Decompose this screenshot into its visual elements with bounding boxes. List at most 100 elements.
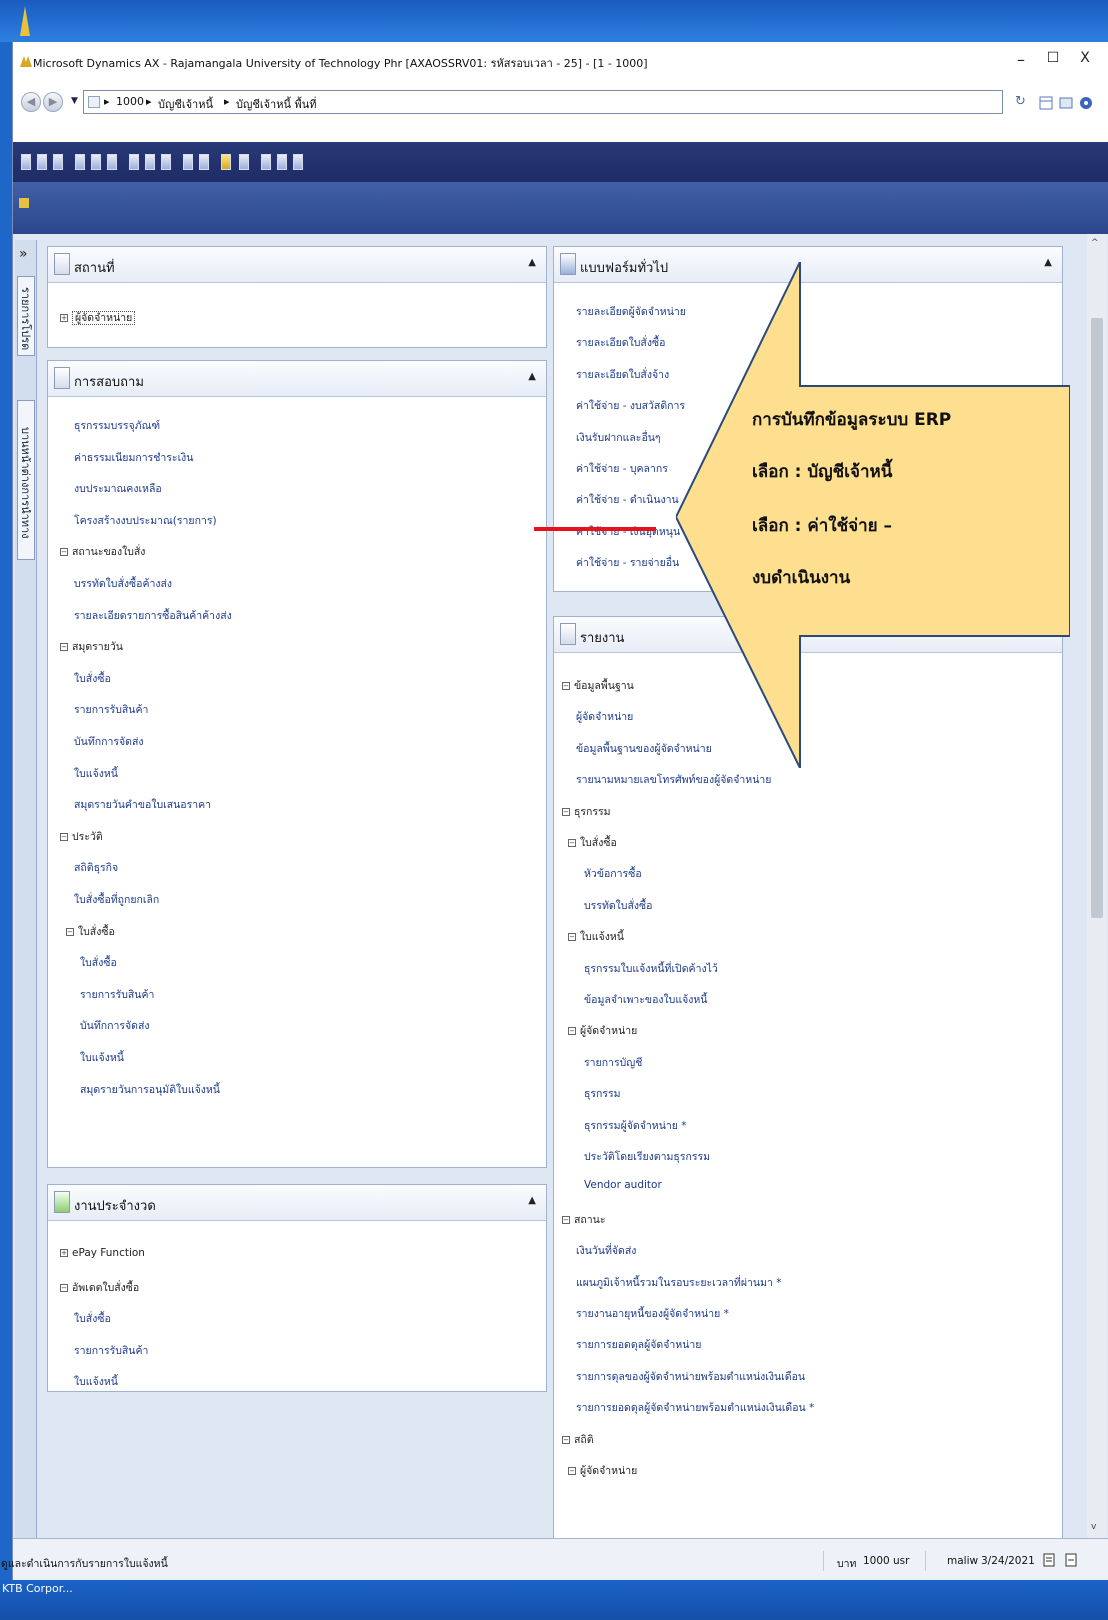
link-item[interactable]: ผู้จัดจำหน่าย (576, 708, 633, 725)
link-item[interactable]: ธุรกรรมผู้จัดจำหน่าย * (584, 1117, 687, 1134)
link-item[interactable]: ค่าใช้จ่าย - เงินอุดหนุน (576, 523, 680, 540)
scroll-down-button[interactable]: v (1091, 1522, 1096, 1532)
collapse-icon[interactable]: ▲ (528, 1195, 536, 1206)
link-item[interactable]: รายการรับสินค้า (74, 701, 148, 718)
link-item[interactable]: ค่าใช้จ่าย - งบสวัสดิการ (576, 397, 685, 414)
scroll-thumb[interactable] (1091, 318, 1103, 918)
help-icon[interactable] (1079, 96, 1093, 110)
collapse-icon[interactable]: ▲ (528, 371, 536, 382)
status-user[interactable]: maliw (947, 1555, 978, 1567)
collapse-tree-icon[interactable]: − (562, 807, 570, 816)
tab-favorites[interactable]: รายการโปรด (17, 276, 35, 356)
link-item[interactable]: ข้อมูลจำเพาะของใบแจ้งหนี้ (584, 991, 707, 1008)
refresh-icon[interactable]: ↻ (1015, 94, 1026, 109)
link-item[interactable]: ใบแจ้งหนี้ (74, 765, 118, 782)
link-item[interactable]: ค่าใช้จ่าย - บุคลากร (576, 460, 668, 477)
tree-group[interactable]: − ใบแจ้งหนี้ (568, 928, 624, 945)
grid-icon[interactable] (261, 154, 271, 170)
tree-group[interactable]: + ePay Function (60, 1247, 145, 1259)
save-icon[interactable] (53, 154, 63, 170)
tree-group[interactable]: − อัพเดตใบสั่งซื้อ (60, 1279, 139, 1296)
link-item[interactable]: ธุรกรรมใบแจ้งหนี้ที่เปิดค้างไว้ (584, 960, 718, 977)
maximize-button[interactable]: ☐ (1041, 50, 1065, 72)
link-item[interactable]: รายละเอียดรายการซื้อสินค้าค้างส่ง (74, 607, 232, 624)
link-item[interactable]: ใบสั่งซื้อ (74, 1310, 111, 1327)
link-item[interactable]: ใบสั่งซื้อ (74, 670, 111, 687)
menu-icon[interactable] (19, 198, 29, 208)
link-item[interactable]: ใบสั่งซื้อที่ถูกยกเลิก (74, 891, 159, 908)
link-item[interactable]: สมุดรายวันคำขอใบเสนอราคา (74, 796, 211, 813)
link-item[interactable]: รายการบัญชี (584, 1054, 642, 1071)
link-item[interactable]: บันทึกการจัดส่ง (74, 733, 144, 750)
vertical-scrollbar[interactable]: ^ v (1087, 234, 1107, 1538)
chart-icon[interactable] (277, 154, 287, 170)
document-icon[interactable] (239, 154, 249, 170)
status-company[interactable]: 1000 (863, 1555, 890, 1567)
minimize-button[interactable]: – (1009, 50, 1033, 72)
alert-icon[interactable] (221, 154, 231, 170)
collapse-tree-icon[interactable]: − (562, 682, 570, 690)
link-item[interactable]: รายละเอียดผู้จัดจำหน่าย (576, 303, 686, 320)
copy-icon[interactable] (145, 154, 155, 170)
link-item[interactable]: รายนามหมายเลขโทรศัพท์ของผู้จัดจำหน่าย (576, 771, 771, 788)
link-item[interactable]: Vendor auditor (584, 1179, 662, 1191)
favorites-icon[interactable] (1039, 96, 1053, 110)
session-icon[interactable] (1043, 1553, 1055, 1567)
link-item[interactable]: บรรทัดใบสั่งซื้อ (584, 897, 652, 914)
close-button[interactable]: X (1073, 50, 1097, 72)
link-item[interactable]: รายงานอายุหนี้ของผู้จัดจำหน่าย * (576, 1305, 729, 1322)
breadcrumb-page[interactable]: บัญชีเจ้าหนี้ พื้นที่ (236, 95, 317, 113)
expand-nav-button[interactable]: » (19, 246, 28, 262)
link-item[interactable]: แผนภูมิเจ้าหนี้รวมในรอบระยะเวลาที่ผ่านมา… (576, 1274, 782, 1291)
link-item[interactable]: ค่าใช้จ่าย - ดำเนินงาน (576, 491, 679, 508)
collapse-tree-icon[interactable]: − (568, 933, 576, 942)
find-icon[interactable] (183, 154, 193, 170)
cut-icon[interactable] (129, 154, 139, 170)
breadcrumb[interactable]: ▸ 1000 ▸ บัญชีเจ้าหนี้ ▸ บัญชีเจ้าหนี้ พ… (83, 90, 1003, 114)
link-item[interactable]: สถิติธุรกิจ (74, 859, 118, 876)
taskbar-item[interactable]: KTB Corpor... (2, 1582, 73, 1595)
filter-icon[interactable] (199, 154, 209, 170)
collapse-tree-icon[interactable]: − (568, 839, 576, 847)
collapse-tree-icon[interactable]: − (562, 1435, 570, 1444)
collapse-tree-icon[interactable]: − (60, 832, 68, 841)
link-item[interactable]: รายละเอียดใบสั่งซื้อ (576, 334, 665, 351)
new-icon[interactable] (21, 154, 31, 170)
back-button[interactable]: ◀ (21, 92, 41, 112)
collapse-tree-icon[interactable]: − (60, 643, 68, 652)
window-icon[interactable] (1059, 96, 1073, 110)
link-item[interactable]: หัวข้อการซื้อ (584, 865, 642, 882)
tree-group[interactable]: − สถานะ (562, 1211, 605, 1228)
open-icon[interactable] (37, 154, 47, 170)
tree-group[interactable]: − ใบสั่งซื้อ (568, 834, 617, 851)
link-item[interactable]: เงินวันที่จัดส่ง (576, 1242, 636, 1259)
tree-item-vendor[interactable]: + ผู้จัดจำหน่าย (60, 309, 136, 326)
link-item[interactable]: รายการรับสินค้า (80, 986, 154, 1003)
collapse-tree-icon[interactable]: − (66, 927, 74, 936)
tab-navigation-pane[interactable]: บานหน้าต่างการนำทาง (17, 400, 35, 560)
breadcrumb-module[interactable]: บัญชีเจ้าหนี้ (158, 95, 213, 113)
tree-group[interactable]: − ผู้จัดจำหน่าย (568, 1462, 637, 1479)
link-item[interactable]: เงินรับฝากและอื่นๆ (576, 429, 661, 446)
tree-group[interactable]: − ผู้จัดจำหน่าย (568, 1022, 637, 1039)
tree-group[interactable]: − สถิติ (562, 1431, 594, 1448)
expand-icon[interactable]: + (60, 1249, 68, 1257)
tree-group[interactable]: − สมุดรายวัน (60, 638, 123, 655)
collapse-tree-icon[interactable]: − (60, 1283, 68, 1292)
link-item[interactable]: งบประมาณคงเหลือ (74, 480, 162, 497)
collapse-tree-icon[interactable]: − (562, 1215, 570, 1224)
collapse-icon[interactable]: ▲ (528, 257, 536, 268)
link-item[interactable]: โครงสร้างงบประมาณ(รายการ) (74, 512, 217, 529)
notification-icon[interactable] (1065, 1553, 1077, 1567)
collapse-tree-icon[interactable]: − (568, 1467, 576, 1475)
tree-group[interactable]: − ประวัติ (60, 828, 103, 845)
breadcrumb-company[interactable]: 1000 (116, 95, 144, 108)
link-item[interactable]: รายการดุลของผู้จัดจำหน่ายพร้อมตำแหน่งเงิ… (576, 1368, 805, 1385)
status-date[interactable]: 3/24/2021 (981, 1555, 1035, 1567)
history-dropdown-icon[interactable]: ▼ (71, 96, 78, 106)
link-item[interactable]: ธุรกรรมบรรจุภัณฑ์ (74, 417, 160, 434)
tree-group[interactable]: − ใบสั่งซื้อ (66, 923, 115, 940)
tree-group[interactable]: − ข้อมูลพื้นฐาน (562, 677, 634, 694)
link-item[interactable]: รายการรับสินค้า (74, 1342, 148, 1359)
tree-group[interactable]: − ธุรกรรม (562, 803, 611, 820)
